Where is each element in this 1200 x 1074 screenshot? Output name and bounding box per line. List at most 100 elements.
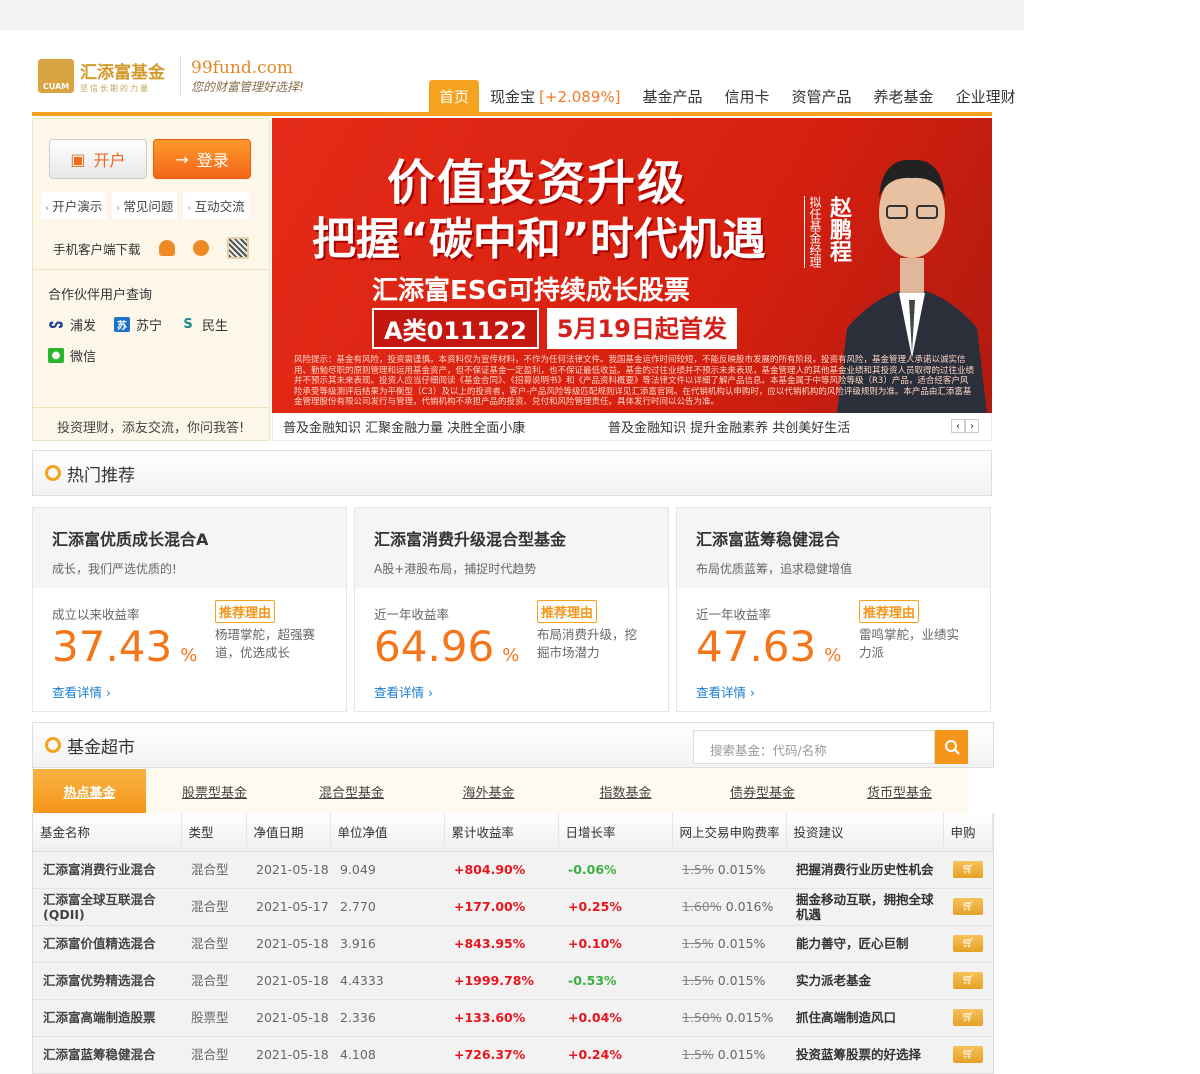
table-row: 汇添富消费行业混合 混合型 2021-05-18 9.049 +804.90% … [33,851,993,889]
fund-name[interactable]: 汇添富全球互联混合(QDII) [33,888,181,926]
original-fee: 1.50% [682,1010,722,1025]
banner-fund-code: A类011122 [372,308,539,349]
daily-change: +0.25% [558,888,672,926]
risk-disclaimer: 风险提示：基金有风险，投资需谨慎。本资料仅为宣传材料，不作为任何法律文件。我国基… [294,355,975,408]
fund-name[interactable]: 汇添富蓝筹稳健混合 [33,1036,181,1074]
card-title[interactable]: 汇添富蓝筹稳健混合 [696,526,990,550]
nav-asset-management[interactable]: 资管产品 [781,86,863,113]
suning-icon: 苏 [114,317,131,332]
qr-code-icon[interactable] [226,237,249,259]
unit-nav: 3.916 [330,925,444,963]
unit-nav: 4.4333 [330,962,444,1000]
nav-pension[interactable]: 养老基金 [863,86,945,113]
fee: 1.60% 0.016% [672,888,786,926]
partner-suning[interactable]: 苏苏宁 [114,315,162,334]
original-fee: 1.5% [682,936,714,951]
divider [33,407,269,408]
fund-type: 混合型 [181,925,246,963]
tab-bond[interactable]: 债券型基金 [694,769,831,813]
partner-minsheng[interactable]: S 民生 [180,315,228,334]
apple-icon[interactable] [192,240,209,256]
cart-icon[interactable]: 🛒︎ [953,935,983,952]
minsheng-icon: S [183,317,193,332]
monitor-icon: ▣ [70,149,86,169]
partner-spdb[interactable]: ᔕ 浦发 [48,315,96,334]
top-bar [0,0,1024,30]
fund-card: 汇添富蓝筹稳健混合 布局优质蓝筹，追求稳健增值 近一年收益率 47.63% 推荐理… [676,507,991,712]
link-faq[interactable]: 常见问题 [112,192,178,219]
fund-type: 混合型 [181,851,246,889]
fund-name[interactable]: 汇添富消费行业混合 [33,851,181,889]
login-button[interactable]: → 登录 [153,139,251,179]
fund-name[interactable]: 汇添富价值精选混合 [33,925,181,963]
android-icon[interactable] [158,240,175,256]
tab-stock[interactable]: 股票型基金 [146,769,283,813]
ticker-item[interactable]: 普及金融知识 提升金融素养 共创美好生活 [608,417,923,436]
prev-arrow-icon[interactable]: ‹ [951,419,965,433]
link-interact[interactable]: 互动交流 [183,192,249,219]
col-daily: 日增长率 [558,813,673,852]
cart-icon[interactable]: 🛒︎ [953,1046,983,1063]
view-details-link[interactable]: 查看详情 › [52,682,111,701]
discount-fee: 0.015% [717,973,766,988]
login-label: 登录 [196,151,229,170]
search-button[interactable] [935,730,968,764]
hot-title: 热门推荐 [67,465,135,486]
nav-credit-card[interactable]: 信用卡 [714,86,781,113]
link-demo[interactable]: 开户演示 [41,192,107,219]
next-arrow-icon[interactable]: › [965,419,979,433]
tab-overseas[interactable]: 海外基金 [420,769,557,813]
chevron-right-icon: › [428,685,433,700]
advice: 把握消费行业历史性机会 [786,851,943,889]
circle-icon [45,737,61,753]
nav-home[interactable]: 首页 [429,80,480,113]
partner-minsheng-label: 民生 [202,319,229,334]
table-row: 汇添富蓝筹稳健混合 混合型 2021-05-18 4.108 +726.37% … [33,1036,993,1074]
advice: 抓住高端制造风口 [786,999,943,1037]
wechat-icon: ● [48,348,64,363]
card-title[interactable]: 汇添富消费升级混合型基金 [374,526,668,550]
manager-title: 拟任基金经理 [804,196,824,268]
col-buy: 申购 [943,813,993,852]
cumulative-return: +133.60% [444,999,558,1037]
fund-search-input[interactable]: 搜索基金：代码/名称 [693,730,935,764]
nav-fund-products[interactable]: 基金产品 [632,86,714,113]
manager-name: 赵鹏程 [826,196,851,262]
search-icon [944,740,960,755]
nav-enterprise[interactable]: 企业理财 [945,86,1027,113]
fund-name[interactable]: 汇添富优势精选混合 [33,962,181,1000]
reason-text: 杨瑨掌舵，超强赛道，优选成长 [215,627,316,660]
market-title: 基金超市 [67,737,135,758]
chevron-right-icon: › [106,685,111,700]
nav-underline [32,112,992,116]
account-panel: ▣开户 →登录 开户演示 常见问题 互动交流 手机客户端下载 合作伙伴用户查询 … [32,118,270,441]
nav-cash[interactable]: 现金宝 [+2.089%] [479,86,631,113]
cart-icon[interactable]: 🛒︎ [953,1009,983,1026]
tab-index[interactable]: 指数基金 [557,769,694,813]
open-account-button[interactable]: ▣ 开户 [49,139,147,179]
view-details-link[interactable]: 查看详情 › [696,682,755,701]
cart-icon[interactable]: 🛒︎ [953,861,983,878]
fund-type: 混合型 [181,962,246,1000]
cart-icon[interactable]: 🛒︎ [953,898,983,915]
view-details-link[interactable]: 查看详情 › [374,682,433,701]
logo[interactable]: CUAM 汇添富基金 坚信长期的力量 [38,58,165,94]
promo-banner[interactable]: 价值投资升级 把握“碳中和”时代机遇 汇添富ESG可持续成长股票 A类01112… [272,118,992,413]
card-title[interactable]: 汇添富优质成长混合A [52,526,346,550]
ticker-item[interactable]: 普及金融知识 汇聚金融力量 决胜全面小康 [283,417,598,436]
tab-money[interactable]: 货币型基金 [831,769,968,813]
original-fee: 1.5% [682,862,714,877]
card-subtitle: A股+港股布局，捕捉时代趋势 [374,562,537,576]
return-number: 64.96 [374,622,495,671]
fund-name[interactable]: 汇添富高端制造股票 [33,999,181,1037]
tab-hot[interactable]: 热点基金 [33,769,146,813]
cart-icon[interactable]: 🛒︎ [953,972,983,989]
fund-table: 基金名称 类型 净值日期 单位净值 累计收益率 日增长率 网上交易申购费率 投资… [32,813,994,1074]
partner-wechat[interactable]: ● 微信 [48,346,96,365]
reason-tag: 推荐理由 [215,600,276,623]
qa-link[interactable]: 投资理财，添友交流，你问我答! [57,417,244,436]
return-label: 近一年收益率 [696,607,772,622]
table-row: 汇添富全球互联混合(QDII) 混合型 2021-05-17 2.770 +17… [33,888,993,926]
tab-hybrid[interactable]: 混合型基金 [283,769,420,813]
fund-type: 股票型 [181,999,246,1037]
